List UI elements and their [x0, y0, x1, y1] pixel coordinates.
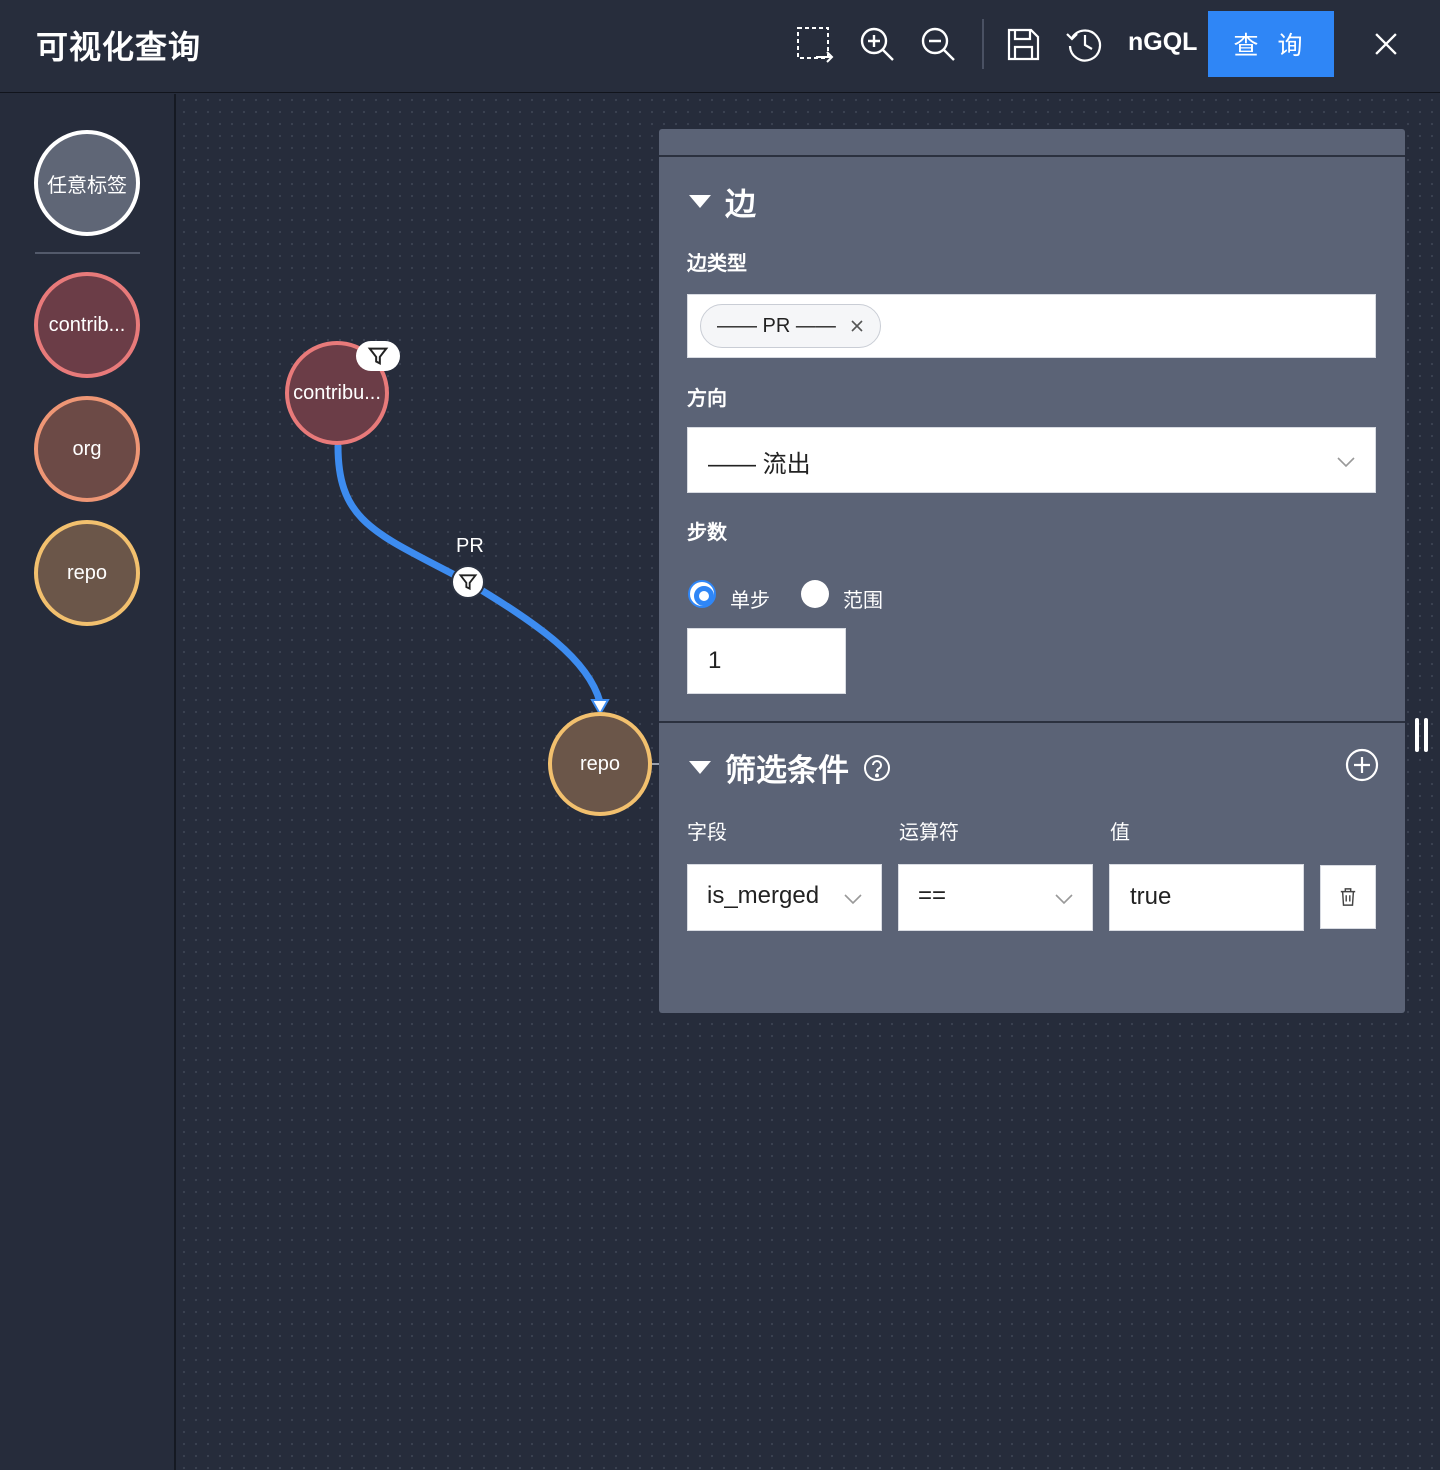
- direction-label: 方向: [687, 388, 727, 410]
- sidebar-node-org[interactable]: org: [34, 396, 140, 502]
- header: 可视化查询 nGQL 查 询: [0, 0, 1440, 93]
- edge-type-label: 边类型: [687, 253, 747, 275]
- help-icon[interactable]: [863, 754, 891, 782]
- ngql-button[interactable]: nGQL: [1128, 28, 1197, 57]
- steps-value: 1: [708, 647, 722, 674]
- edge-filter-icon[interactable]: [451, 565, 485, 599]
- edge-section-header[interactable]: 边: [689, 179, 756, 224]
- history-icon[interactable]: [1062, 22, 1106, 66]
- filter-section-header[interactable]: 筛选条件: [689, 745, 891, 790]
- chevron-down-icon: [1337, 457, 1355, 468]
- filter-field-select[interactable]: is_merged: [687, 864, 882, 931]
- any-tag-label: 任意标签: [47, 174, 127, 197]
- direction-value: —— 流出: [708, 451, 811, 478]
- tag-close-icon[interactable]: [850, 319, 864, 333]
- edge-type-select[interactable]: —— PR ——: [687, 294, 1376, 358]
- edge-type-tag-label: —— PR ——: [717, 314, 836, 337]
- resize-grip-bar: [1424, 718, 1428, 752]
- delete-filter-button[interactable]: [1320, 865, 1376, 929]
- graph-edge-layer: [334, 442, 660, 765]
- box-select-icon[interactable]: [792, 22, 836, 66]
- filter-value-text: true: [1130, 883, 1172, 910]
- collapse-triangle-icon: [689, 195, 711, 208]
- sidebar-node-contributor[interactable]: contrib...: [34, 272, 140, 378]
- graph-node-repo[interactable]: repo: [548, 712, 652, 816]
- tag-sidebar: 任意标签 contrib... org repo: [0, 94, 176, 1470]
- filter-section-title: 筛选条件: [725, 753, 849, 788]
- add-filter-icon[interactable]: [1345, 748, 1379, 782]
- sidebar-node-label: repo: [66, 561, 108, 584]
- column-field-label: 字段: [687, 822, 727, 844]
- chevron-down-icon: [1055, 894, 1073, 905]
- edge-label: PR: [456, 535, 484, 557]
- zoom-out-icon[interactable]: [916, 22, 960, 66]
- node-filter-icon[interactable]: [356, 341, 400, 371]
- edge-section-title: 边: [725, 187, 756, 222]
- steps-label: 步数: [687, 522, 727, 544]
- close-icon[interactable]: [1366, 24, 1406, 64]
- filter-operator-select[interactable]: ==: [898, 864, 1093, 931]
- column-value-label: 值: [1110, 822, 1130, 844]
- page-title: 可视化查询: [36, 29, 202, 65]
- direction-select[interactable]: —— 流出: [687, 427, 1376, 493]
- save-icon[interactable]: [1001, 22, 1045, 66]
- resize-grip-bar: [1415, 718, 1419, 752]
- toolbar-divider: [982, 19, 984, 69]
- query-button[interactable]: 查 询: [1208, 11, 1334, 77]
- graph-node-label: contribu...: [293, 381, 381, 404]
- sidebar-node-label: contrib...: [48, 313, 126, 336]
- radio-single-step[interactable]: [688, 580, 716, 608]
- filter-value-input[interactable]: true: [1109, 864, 1304, 931]
- radio-range-label: 范围: [843, 590, 883, 612]
- zoom-in-icon[interactable]: [855, 22, 899, 66]
- sidebar-node-repo[interactable]: repo: [34, 520, 140, 626]
- collapse-triangle-icon: [689, 761, 711, 774]
- radio-range[interactable]: [801, 580, 829, 608]
- any-tag-node[interactable]: 任意标签: [34, 130, 140, 236]
- panel-resize-handle[interactable]: [1413, 718, 1431, 752]
- section-divider: [659, 721, 1405, 723]
- trash-icon: [1340, 888, 1356, 906]
- filter-operator-value: ==: [918, 882, 947, 909]
- chevron-down-icon: [844, 894, 862, 905]
- sidebar-node-label: org: [72, 437, 102, 460]
- filter-field-value: is_merged: [707, 882, 820, 909]
- graph-node-label: repo: [579, 752, 621, 775]
- column-operator-label: 运算符: [899, 822, 959, 844]
- sidebar-divider: [35, 252, 140, 254]
- edge-type-tag: —— PR ——: [700, 304, 881, 348]
- steps-input[interactable]: 1: [687, 628, 846, 694]
- radio-single-label: 单步: [730, 590, 770, 612]
- panel-top-bar: [659, 129, 1405, 157]
- edge-config-panel: 边 边类型 —— PR —— 方向 —— 流出 步数 单步 范围 1 筛选条件: [659, 129, 1405, 1013]
